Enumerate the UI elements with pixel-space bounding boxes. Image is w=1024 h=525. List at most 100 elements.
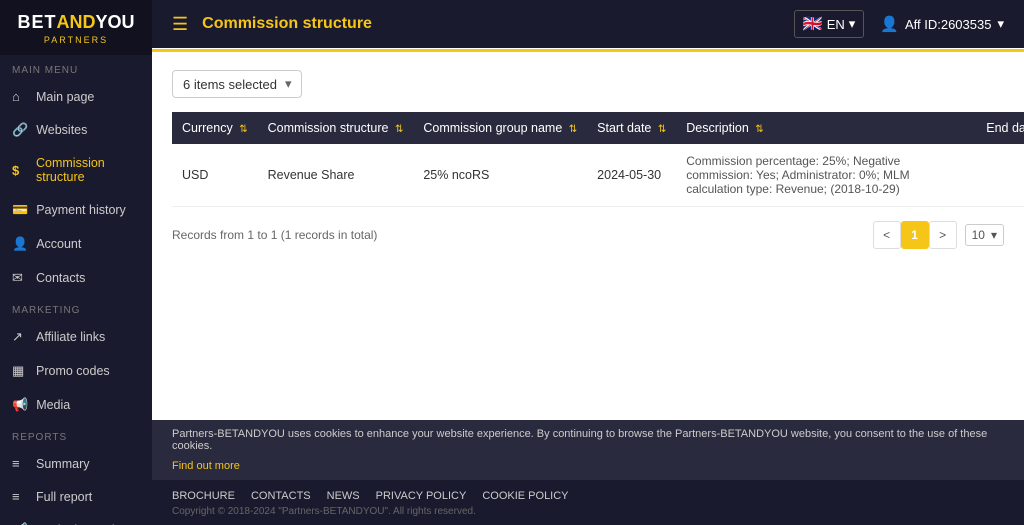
footer-link-contacts[interactable]: CONTACTS [251,490,311,502]
pagination-controls: < 1 > 10 ▾ [873,221,1004,249]
sort-commission-structure-icon: ⇅ [395,124,403,135]
sidebar-item-label: Account [36,237,81,251]
hamburger-icon[interactable]: ☰ [172,14,188,35]
sidebar-item-commission-structure[interactable]: $ Commission structure [0,147,152,193]
sidebar-item-marketing-tools[interactable]: 📢 Marketing tools [0,513,152,525]
footer-copyright: Copyright © 2018-2024 "Partners-BETANDYO… [172,506,1004,517]
media-icon: 📢 [12,397,28,413]
footer-link-privacy-policy[interactable]: PRIVACY POLICY [376,490,467,502]
sidebar-item-affiliate-links[interactable]: ↗ Affiliate links [0,320,152,354]
promo-icon: ▦ [12,363,28,379]
summary-icon: ≡ [12,456,28,471]
table-header-row: Currency ⇅ Commission structure ⇅ Commis… [172,112,1024,144]
logo-and: AND [56,12,95,32]
col-currency[interactable]: Currency ⇅ [172,112,258,144]
payment-icon: 💳 [12,202,28,218]
sidebar-item-payment-history[interactable]: 💳 Payment history [0,193,152,227]
sidebar-item-label: Websites [36,123,87,137]
col-commission-structure-label: Commission structure [268,121,389,135]
main-area: ☰ Commission structure 🇬🇧 EN ▾ 👤 Aff ID:… [152,0,1024,525]
sidebar-item-label: Affiliate links [36,330,105,344]
cell-commission-structure: Revenue Share [258,144,414,207]
cookie-find-out-more-link[interactable]: Find out more [172,460,240,472]
items-selected-label: 6 items selected [183,77,277,92]
col-description-label: Description [686,121,749,135]
user-icon: 👤 [880,15,899,33]
sidebar-item-websites[interactable]: 🔗 Websites [0,113,152,147]
cell-end-date [976,144,1024,207]
home-icon: ⌂ [12,89,28,104]
commission-table: Currency ⇅ Commission structure ⇅ Commis… [172,112,1024,207]
cell-start-date: 2024-05-30 [587,144,676,207]
dropdown-arrow-icon: ▾ [285,76,292,92]
reports-label: REPORTS [0,422,152,447]
sidebar-item-contacts[interactable]: ✉ Contacts [0,261,152,295]
footer-link-news[interactable]: NEWS [327,490,360,502]
page-size-chevron-icon: ▾ [991,228,997,242]
logo-bet: BET [17,12,56,32]
sidebar-item-label: Contacts [36,271,85,285]
sidebar-item-media[interactable]: 📢 Media [0,388,152,422]
prev-page-button[interactable]: < [873,221,901,249]
col-start-date-label: Start date [597,121,651,135]
next-page-button[interactable]: > [929,221,957,249]
header-right: 🇬🇧 EN ▾ 👤 Aff ID:2603535 ▾ [794,10,1004,38]
sidebar-item-label: Summary [36,457,89,471]
header: ☰ Commission structure 🇬🇧 EN ▾ 👤 Aff ID:… [152,0,1024,48]
user-label: Aff ID:2603535 [905,17,992,32]
footer-link-brochure[interactable]: BROCHURE [172,490,235,502]
col-end-date-label: End date [986,121,1024,135]
sidebar-item-label: Main page [36,90,94,104]
language-selector[interactable]: 🇬🇧 EN ▾ [794,10,865,38]
sidebar-item-main-page[interactable]: ⌂ Main page [0,80,152,113]
content-area: 6 items selected ▾ Currency ⇅ Commission… [152,52,1024,420]
affiliate-icon: ↗ [12,329,28,345]
logo-you: YOU [95,12,134,32]
sort-group-name-icon: ⇅ [569,124,577,135]
page-size-selector[interactable]: 10 ▾ [965,224,1004,246]
col-description[interactable]: Description ⇅ [676,112,976,144]
sidebar-item-label: Commission structure [36,156,140,184]
page-size-value: 10 [972,228,985,242]
pagination-row: Records from 1 to 1 (1 records in total)… [172,221,1004,249]
user-menu[interactable]: 👤 Aff ID:2603535 ▾ [880,15,1004,33]
col-commission-group-name[interactable]: Commission group name ⇅ [413,112,587,144]
sidebar-item-label: Payment history [36,203,126,217]
col-commission-structure[interactable]: Commission structure ⇅ [258,112,414,144]
flag-icon: 🇬🇧 [803,14,823,34]
items-selected-dropdown[interactable]: 6 items selected ▾ [172,70,302,98]
logo: BETANDYOU PARTNERS [0,0,152,55]
sort-currency-icon: ⇅ [239,124,247,135]
account-icon: 👤 [12,236,28,252]
footer-link-cookie-policy[interactable]: COOKIE POLICY [482,490,568,502]
sidebar-item-label: Media [36,398,70,412]
sort-description-icon: ⇅ [755,124,763,135]
contact-icon: ✉ [12,270,28,286]
sidebar-item-account[interactable]: 👤 Account [0,227,152,261]
records-info: Records from 1 to 1 (1 records in total) [172,228,377,242]
current-page-button[interactable]: 1 [901,221,929,249]
sort-start-date-icon: ⇅ [658,124,666,135]
sidebar-item-label: Full report [36,490,92,504]
col-end-date[interactable]: End date ⇅ [976,112,1024,144]
user-chevron-icon: ▾ [997,16,1004,32]
sidebar-item-promo-codes[interactable]: ▦ Promo codes [0,354,152,388]
full-report-icon: ≡ [12,489,28,504]
lang-label: EN [827,17,845,32]
sidebar-item-full-report[interactable]: ≡ Full report [0,480,152,513]
marketing-label: MARKETING [0,295,152,320]
header-left: ☰ Commission structure [172,14,372,35]
cookie-banner: Partners-BETANDYOU uses cookies to enhan… [152,420,1024,480]
sidebar-item-label: Promo codes [36,364,110,378]
sidebar-item-summary[interactable]: ≡ Summary [0,447,152,480]
col-start-date[interactable]: Start date ⇅ [587,112,676,144]
cell-commission-group-name: 25% ncoRS [413,144,587,207]
cookie-text: Partners-BETANDYOU uses cookies to enhan… [172,428,1004,452]
logo-partners: PARTNERS [10,35,142,45]
footer: BROCHURE CONTACTS NEWS PRIVACY POLICY CO… [152,480,1024,525]
col-commission-group-name-label: Commission group name [423,121,562,135]
link-icon: 🔗 [12,122,28,138]
sidebar: BETANDYOU PARTNERS MAIN MENU ⌂ Main page… [0,0,152,525]
cell-description: Commission percentage: 25%; Negative com… [676,144,976,207]
footer-links: BROCHURE CONTACTS NEWS PRIVACY POLICY CO… [172,490,1004,502]
